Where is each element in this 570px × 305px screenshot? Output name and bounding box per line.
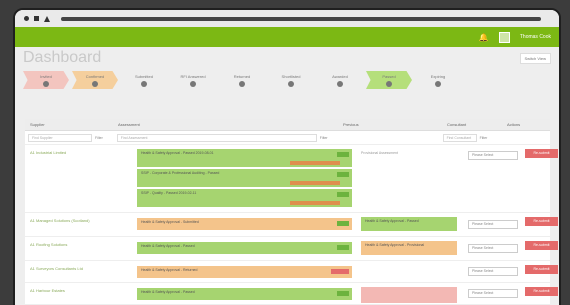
assessment-card[interactable]: Health & Safety Approval - Returned xyxy=(137,266,352,278)
resubmit-button[interactable]: Re-submit xyxy=(525,265,558,274)
assessment-card[interactable]: Health & Safety Approval - Submitted xyxy=(137,218,352,230)
table-row: A1 Surveyors Consultants Ltd Health & Sa… xyxy=(25,261,558,283)
consultant-select[interactable]: Please Select xyxy=(468,151,518,160)
col-assessment[interactable]: Assessment xyxy=(113,122,338,127)
consultant-filter[interactable]: Find Consultant xyxy=(442,133,477,142)
supplier-name[interactable]: A1 Surveyors Consultants Ltd xyxy=(25,261,113,282)
resubmit-button[interactable]: Re-submit xyxy=(525,217,558,226)
consultant-select[interactable]: Please Select xyxy=(468,244,518,253)
user-menu[interactable]: Thomas Cook xyxy=(520,34,551,40)
table-row: A1 Industrial Limited Health & Safety Ap… xyxy=(25,145,558,213)
status-badge xyxy=(337,221,349,226)
window-dot-icon[interactable] xyxy=(24,16,29,21)
status-badge xyxy=(337,291,349,296)
step-awarded[interactable]: Awarded xyxy=(317,71,363,89)
previous-text: Provisional Assessment xyxy=(361,151,398,155)
assessment-filter-button[interactable]: Filter xyxy=(320,136,328,140)
step-label: Shortlisted xyxy=(281,73,301,79)
switch-view-button[interactable]: Switch View xyxy=(519,52,551,64)
step-label: Passed xyxy=(382,73,396,79)
col-previous[interactable]: Previous xyxy=(338,122,442,127)
col-consultant[interactable]: Consultant xyxy=(442,122,502,127)
table-row: A1 Harbour Estates Health & Safety Appro… xyxy=(25,283,558,305)
resubmit-button[interactable]: Re-submit xyxy=(525,149,558,158)
supplier-filter-button[interactable]: Filter xyxy=(95,136,103,140)
step-count-icon xyxy=(386,80,392,87)
resubmit-button[interactable]: Re-submit xyxy=(525,287,558,296)
page-title: Dashboard xyxy=(23,49,102,66)
status-badge xyxy=(337,245,349,250)
resubmit-button[interactable]: Re-submit xyxy=(525,241,558,250)
status-steps: Invited Confirmed Submitted RFI Answered Ret… xyxy=(15,69,559,91)
step-passed[interactable]: Passed xyxy=(366,71,412,89)
assessment-card[interactable]: SSIP - Corporate & Professional Auditing… xyxy=(137,169,352,187)
step-returned[interactable]: Returned xyxy=(219,71,265,89)
window-square-icon[interactable] xyxy=(34,16,39,21)
supplier-name[interactable]: A1 Roofing Solutions xyxy=(25,237,113,260)
expiry-badge xyxy=(290,201,340,205)
previous-card[interactable] xyxy=(361,287,457,303)
step-label: Confirmed xyxy=(85,73,105,79)
browser-titlebar xyxy=(15,10,559,27)
window-triangle-icon[interactable] xyxy=(44,15,50,22)
step-label: Expiring xyxy=(430,73,446,79)
step-label: Returned xyxy=(233,73,251,79)
step-count-icon xyxy=(239,80,245,87)
supplier-filter[interactable]: Find Supplier xyxy=(28,133,92,142)
supplier-name[interactable]: A1 Managed Solutions (Scotland) xyxy=(25,213,113,236)
status-badge xyxy=(337,192,349,197)
consultant-select[interactable]: Please Select xyxy=(468,289,518,298)
bell-icon[interactable]: 🔔 xyxy=(479,33,489,42)
top-navbar: 🔔 Thomas Cook xyxy=(15,27,559,47)
assessment-card[interactable]: Health & Safety Approval - Passed xyxy=(137,288,352,300)
assessment-card[interactable]: Health & Safety Approval - Passed xyxy=(137,242,352,254)
avatar[interactable] xyxy=(498,31,510,43)
step-expiring[interactable]: Expiring xyxy=(415,71,461,89)
col-actions: Actions xyxy=(507,122,521,127)
step-rfi-answered[interactable]: RFI Answered xyxy=(170,71,216,89)
step-shortlisted[interactable]: Shortlisted xyxy=(268,71,314,89)
previous-card[interactable]: Health & Safety Approval - Passed xyxy=(361,217,457,231)
step-count-icon xyxy=(288,80,294,87)
step-count-icon xyxy=(43,80,49,87)
supplier-table: Supplier Assessment Previous Consultant … xyxy=(25,119,558,305)
consultant-select[interactable]: Please Select xyxy=(468,267,518,276)
step-invited[interactable]: Invited xyxy=(23,71,69,89)
previous-card[interactable]: Health & Safety Approval - Provisional xyxy=(361,241,457,255)
expiry-badge xyxy=(290,181,340,185)
step-count-icon xyxy=(190,80,196,87)
supplier-name[interactable]: A1 Harbour Estates xyxy=(25,283,113,304)
col-supplier[interactable]: Supplier xyxy=(25,122,113,127)
step-submitted[interactable]: Submitted xyxy=(121,71,167,89)
expiry-badge xyxy=(290,161,340,165)
assessment-card[interactable]: SSIP - Quality - Passed 2019-02-11 xyxy=(137,189,352,207)
consultant-select[interactable]: Please Select xyxy=(468,220,518,229)
step-label: RFI Answered xyxy=(180,73,206,79)
address-bar[interactable] xyxy=(61,16,541,21)
status-badge xyxy=(337,172,349,177)
status-badge xyxy=(331,269,349,274)
step-count-icon xyxy=(141,80,147,87)
step-confirmed[interactable]: Confirmed xyxy=(72,71,118,89)
table-row: A1 Roofing Solutions Health & Safety App… xyxy=(25,237,558,261)
step-label: Submitted xyxy=(134,73,153,79)
supplier-name[interactable]: A1 Industrial Limited xyxy=(25,145,113,212)
step-label: Awarded xyxy=(332,73,348,79)
assessment-card[interactable]: Health & Safety Approval - Passed 2019-0… xyxy=(137,149,352,167)
table-row: A1 Managed Solutions (Scotland) Health &… xyxy=(25,213,558,237)
status-badge xyxy=(337,152,349,157)
consultant-filter-button[interactable]: Filter xyxy=(480,136,488,140)
step-count-icon xyxy=(435,80,441,87)
step-count-icon xyxy=(92,80,98,87)
step-label: Invited xyxy=(40,73,52,79)
assessment-filter[interactable]: Find Assessment xyxy=(116,133,317,142)
step-count-icon xyxy=(337,80,343,87)
browser-window: 🔔 Thomas Cook Dashboard Switch View Invi… xyxy=(13,8,561,305)
